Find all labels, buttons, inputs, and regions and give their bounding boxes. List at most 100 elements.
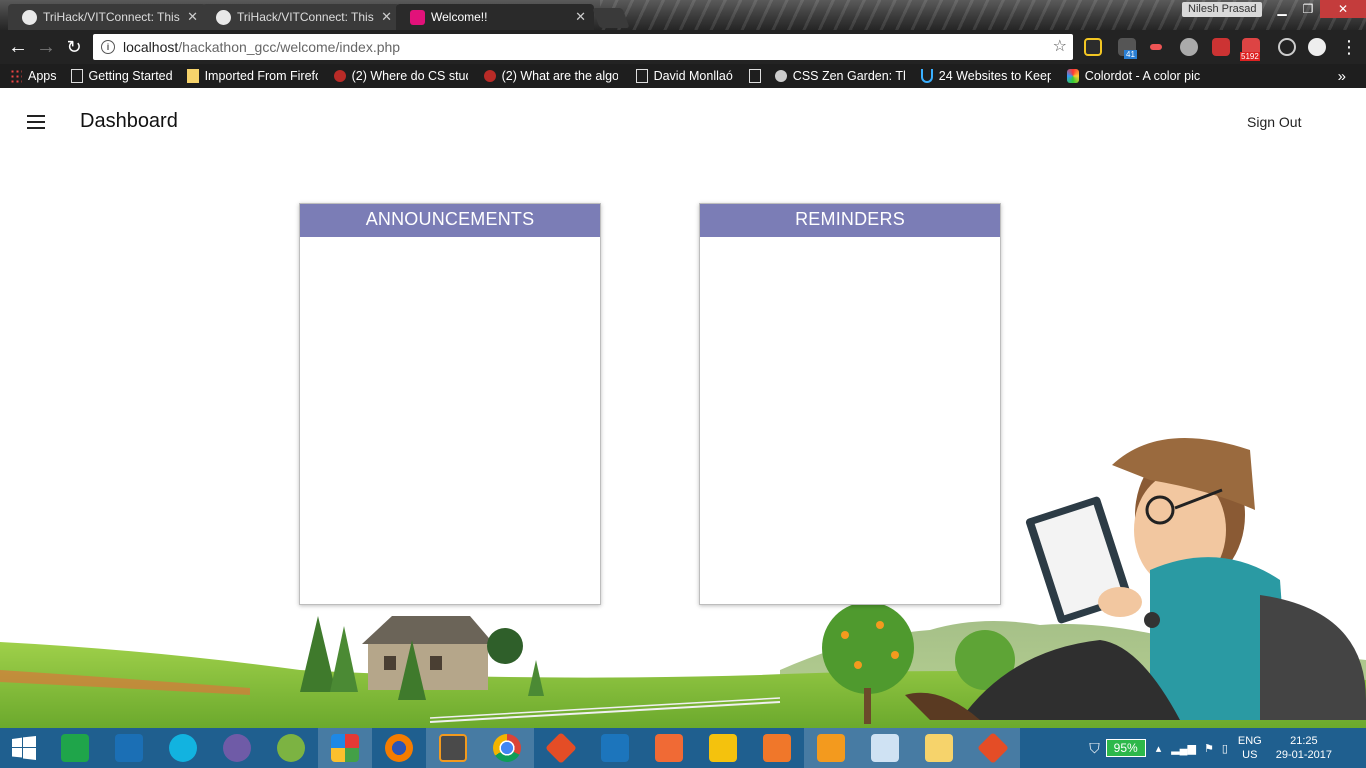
github-icon — [774, 70, 787, 82]
virtualbox-icon — [601, 734, 629, 762]
menu-dots-icon[interactable]: ⋮ — [1340, 36, 1358, 58]
github-desktop-app[interactable] — [210, 728, 264, 768]
extension-badge: 41 — [1124, 50, 1137, 59]
bookmark-label: 24 Websites to Keep — [938, 69, 1051, 83]
bookmark-item[interactable]: 24 Websites to Keep — [920, 69, 1051, 83]
windows-logo-icon — [12, 736, 36, 760]
bookmark-label: Apps — [28, 69, 57, 83]
bookmark-item[interactable]: CSS Zen Garden: The — [774, 69, 905, 83]
restore-icon[interactable]: ❐ — [1294, 0, 1322, 18]
reminders-title: REMINDERS — [700, 204, 1000, 237]
forward-arrow-icon[interactable]: → — [32, 33, 60, 61]
bookmarks-bar: Apps Getting Started Imported From Firef… — [0, 64, 1366, 88]
bookmark-item[interactable]: (2) Where do CS stud — [333, 69, 468, 83]
info-icon[interactable]: i — [101, 40, 115, 54]
tab-close-icon[interactable]: ✕ — [381, 9, 392, 25]
firefox-app[interactable] — [372, 728, 426, 768]
bookmark-label: Colordot - A color pic — [1084, 69, 1201, 83]
folder-icon — [186, 69, 199, 83]
hamburger-menu-icon[interactable] — [27, 115, 45, 129]
pin-app[interactable] — [696, 728, 750, 768]
capture-app[interactable] — [750, 728, 804, 768]
powershell-icon — [115, 734, 143, 762]
apps-grid-icon — [10, 69, 22, 83]
page-title: Dashboard — [80, 110, 178, 132]
bookmark-apps[interactable]: Apps — [10, 69, 57, 83]
bookmark-item[interactable]: Imported From Firefo — [186, 69, 318, 83]
bookmark-item[interactable] — [748, 69, 767, 83]
lang-code: ENG — [1237, 735, 1262, 747]
new-tab-button[interactable] — [592, 8, 630, 28]
powershell-app[interactable] — [102, 728, 156, 768]
clock[interactable]: 21:25 29-01-2017 — [1276, 734, 1332, 762]
sublime-text-icon — [439, 734, 467, 762]
bookmarks-overflow-icon[interactable]: » — [1338, 68, 1346, 85]
bookmark-item[interactable]: David Monllaó — [635, 69, 733, 83]
store-app[interactable] — [48, 728, 102, 768]
tab-title: TriHack/VITConnect: This — [237, 10, 374, 24]
profile-name[interactable]: Nilesh Prasad — [1182, 2, 1263, 17]
browser-tab[interactable]: TriHack/VITConnect: This ✕ — [8, 4, 206, 30]
sublime-app[interactable] — [426, 728, 480, 768]
github-icon — [216, 9, 231, 25]
extension-icon[interactable] — [1150, 44, 1162, 50]
page-icon — [635, 69, 648, 83]
chrome-app[interactable] — [480, 728, 534, 768]
bookmark-label: Getting Started — [88, 69, 173, 83]
explorer-app[interactable] — [912, 728, 966, 768]
chevron-up-icon[interactable]: ▴ — [1156, 742, 1162, 755]
sign-out-link[interactable]: Sign Out — [1247, 114, 1301, 130]
address-bar[interactable]: i localhost/hackathon_gcc/welcome/index.… — [93, 34, 1073, 60]
flag-icon[interactable]: ⚑ — [1204, 742, 1214, 755]
shield-icon[interactable]: ⛉ — [1089, 740, 1100, 757]
bookmark-star-icon[interactable]: ☆ — [1053, 36, 1067, 56]
git-app[interactable] — [534, 728, 588, 768]
page-icon — [748, 69, 761, 83]
start-button[interactable] — [0, 728, 48, 768]
bookmark-label: Imported From Firefo — [204, 69, 318, 83]
clock-date: 29-01-2017 — [1275, 749, 1332, 761]
tab-close-icon[interactable]: ✕ — [575, 9, 586, 25]
system-tray: ⛉ 95% ▴ ▂▄▆ ⚑ ▯ ENG US 21:25 29-01-2017 — [1089, 728, 1366, 768]
camera-capture-icon — [763, 734, 791, 762]
pushpin-icon — [709, 734, 737, 762]
back-arrow-icon[interactable]: ← — [4, 33, 32, 61]
url-host: localhost — [123, 39, 179, 55]
language-indicator[interactable]: ENG US — [1238, 734, 1262, 762]
bulb-extension-icon[interactable] — [1278, 38, 1296, 56]
notes-app[interactable] — [858, 728, 912, 768]
bookmark-label: (2) What are the algo — [501, 69, 618, 83]
reminders-card: REMINDERS — [699, 203, 1001, 605]
windows-app[interactable] — [318, 728, 372, 768]
mail-count-badge: 5192 — [1240, 52, 1260, 61]
bookmark-item[interactable]: Colordot - A color pic — [1066, 69, 1201, 83]
battery-indicator[interactable]: 95% — [1105, 739, 1146, 757]
browser-tab[interactable]: TriHack/VITConnect: This ✕ — [202, 4, 400, 30]
extension-icon[interactable] — [1308, 38, 1326, 56]
network-icon[interactable]: ▂▄▆ — [1171, 742, 1196, 755]
folder-icon — [925, 734, 953, 762]
sync-app[interactable] — [156, 728, 210, 768]
android-studio-app[interactable] — [264, 728, 318, 768]
site-favicon-icon — [410, 9, 425, 25]
browser-tab-active[interactable]: Welcome!! ✕ — [396, 4, 594, 30]
extension-icon[interactable] — [1212, 38, 1230, 56]
reload-icon[interactable]: ↻ — [60, 33, 88, 61]
windows-taskbar: ⛉ 95% ▴ ▂▄▆ ⚑ ▯ ENG US 21:25 29-01-2017 — [0, 728, 1366, 768]
bookmark-item[interactable]: Getting Started — [70, 69, 173, 83]
checkmark-extension-icon[interactable] — [1084, 38, 1102, 56]
power-plug-icon[interactable]: ▯ — [1222, 742, 1228, 755]
bookmark-label: CSS Zen Garden: The — [792, 69, 905, 83]
github-icon — [22, 9, 37, 25]
sync-icon — [169, 734, 197, 762]
tab-close-icon[interactable]: ✕ — [187, 9, 198, 25]
git-gui-app[interactable] — [966, 728, 1020, 768]
media-app[interactable] — [642, 728, 696, 768]
window-close-icon[interactable]: ✕ — [1320, 0, 1366, 18]
extension-icon[interactable] — [1180, 38, 1198, 56]
virtualbox-app[interactable] — [588, 728, 642, 768]
git-icon — [977, 732, 1009, 764]
bookmark-item[interactable]: (2) What are the algo — [483, 69, 618, 83]
minimize-icon[interactable]: ▁ — [1268, 0, 1296, 18]
pdf-app[interactable] — [804, 728, 858, 768]
